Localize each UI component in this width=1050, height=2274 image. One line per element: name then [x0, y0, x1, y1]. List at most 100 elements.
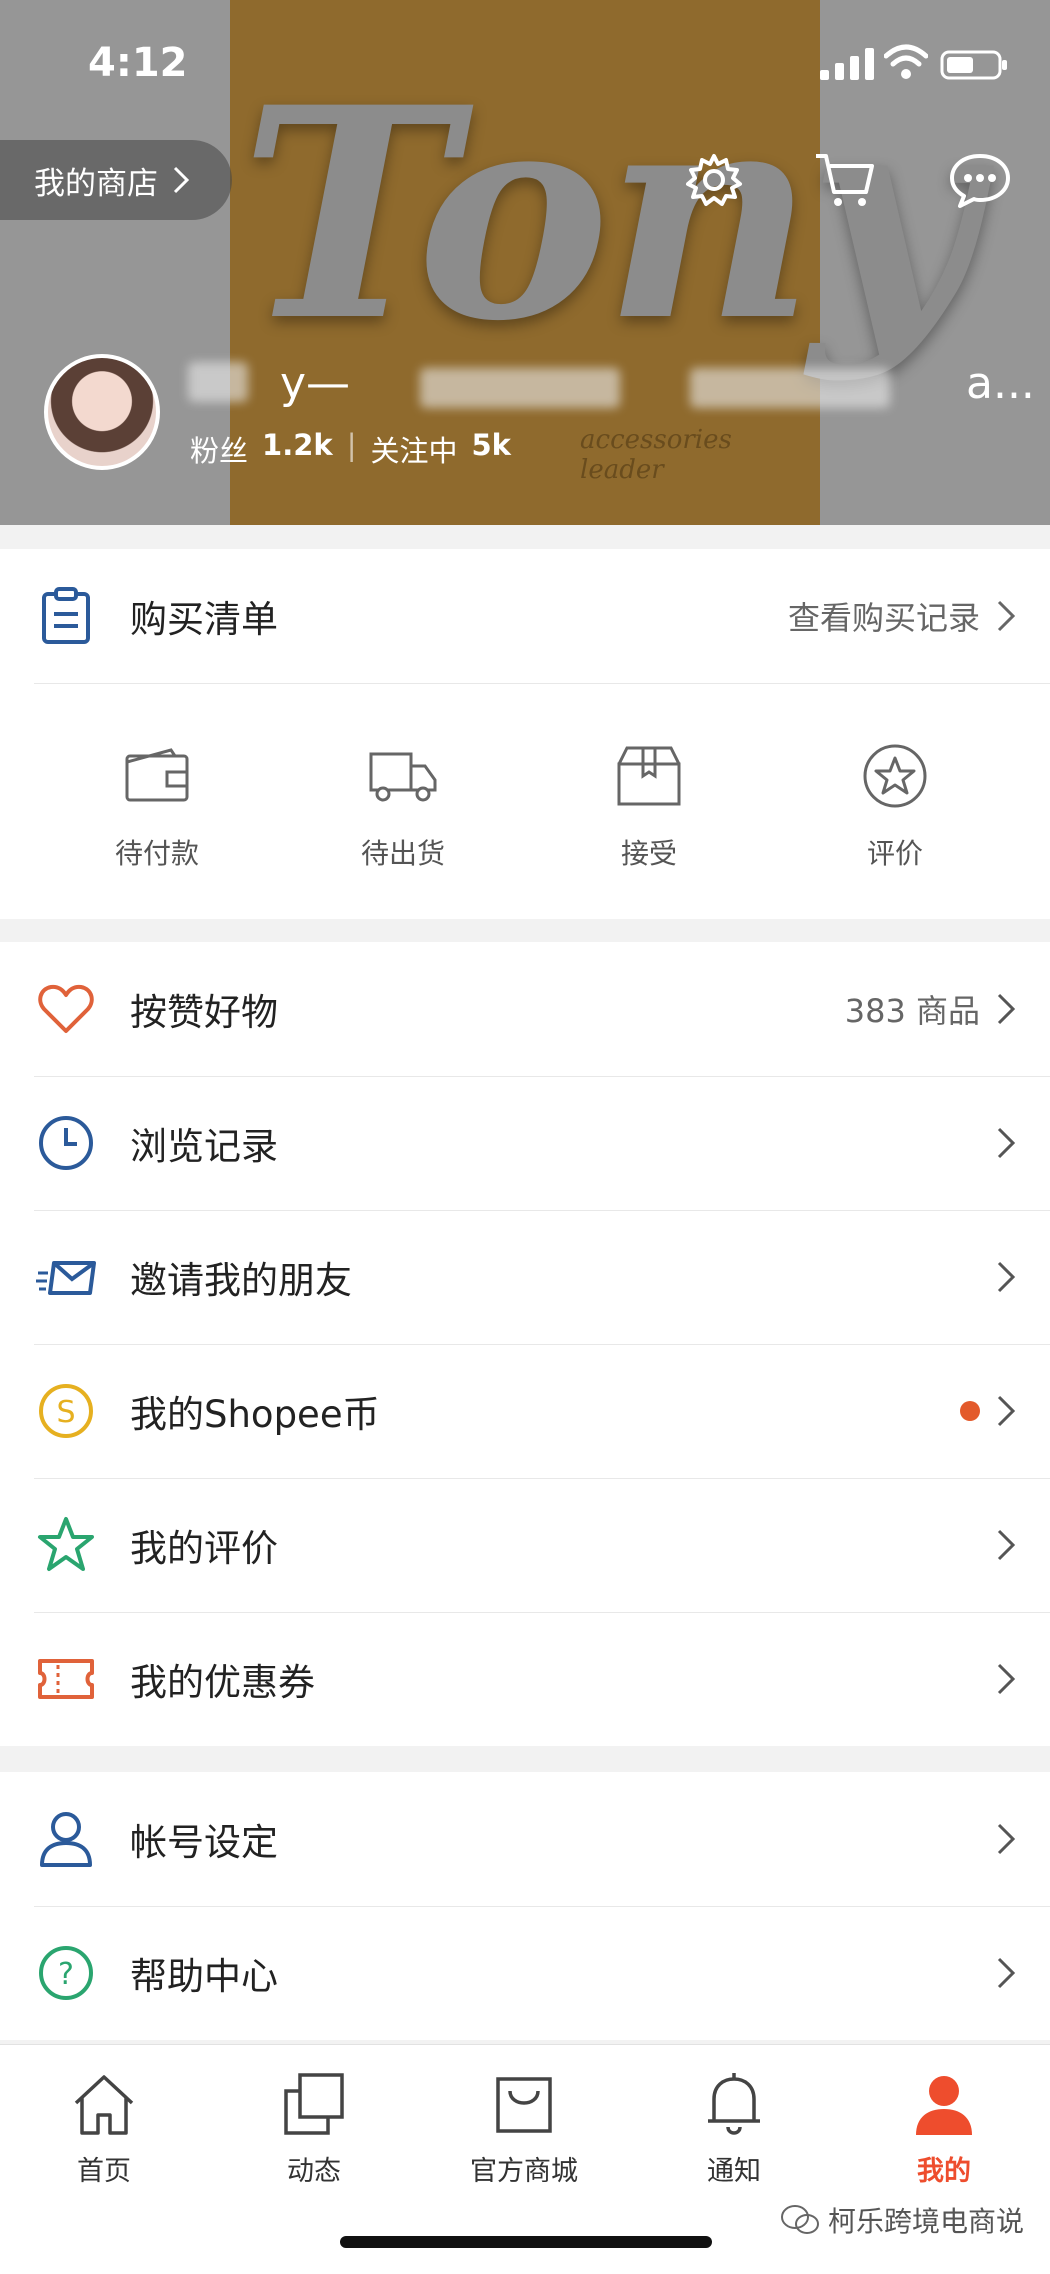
order-to-receive-label: 接受 [620, 837, 677, 870]
chevron-right-icon [997, 1529, 1016, 1561]
watermark: 柯乐跨境电商说 [780, 2200, 1024, 2240]
chat-icon[interactable] [948, 148, 1012, 212]
heart-icon [38, 984, 94, 1033]
tab-official-mall[interactable]: 官方商城 [434, 2071, 614, 2188]
menu-liked-items[interactable]: 按赞好物 383 商品 [0, 942, 1050, 1076]
feed-icon [284, 2073, 344, 2135]
username-tail: a... [966, 358, 1035, 409]
status-bar: 4:12 [0, 0, 1050, 120]
menu-group-main: 按赞好物 383 商品 浏览记录 邀请我的朋友 S 我的Shopee币 我的评价… [0, 942, 1050, 1746]
chevron-right-icon [997, 1395, 1016, 1427]
order-to-receive[interactable]: 接受 [526, 684, 772, 919]
my-shop-button[interactable]: 我的商店 [0, 140, 232, 220]
wechat-icon [781, 2205, 819, 2234]
order-to-rate[interactable]: 评价 [772, 684, 1018, 919]
following-count[interactable]: 5k [471, 428, 510, 470]
liked-items-count: 383 商品 [844, 992, 980, 1030]
clock-icon [39, 1116, 93, 1170]
menu-browsing-history-right [980, 1076, 1016, 1210]
star-icon [38, 1517, 94, 1571]
bell-icon [708, 2073, 760, 2135]
chevron-right-icon [997, 1127, 1016, 1159]
menu-shopee-coins-label: 我的Shopee币 [130, 1393, 380, 1436]
tab-me[interactable]: 我的 [854, 2071, 1034, 2188]
followers-label: 粉丝 [190, 434, 249, 468]
order-to-pay[interactable]: 待付款 [34, 684, 280, 919]
order-to-pay-label: 待付款 [114, 837, 199, 870]
menu-account-settings[interactable]: 帐号设定 [0, 1772, 1050, 1906]
status-time: 4:12 [88, 40, 188, 86]
menu-account-settings-label: 帐号设定 [130, 1821, 278, 1864]
menu-help-center[interactable]: ? 帮助中心 [0, 1906, 1050, 2040]
purchase-list-title: 购买清单 [130, 598, 278, 641]
menu-help-center-label: 帮助中心 [130, 1955, 278, 1998]
user-icon [40, 1812, 92, 1867]
tab-feed-label: 动态 [287, 2156, 341, 2187]
menu-liked-items-label: 按赞好物 [130, 991, 278, 1034]
order-to-rate-label: 评价 [866, 837, 923, 870]
wifi-icon [884, 44, 928, 79]
avatar[interactable] [44, 354, 160, 470]
home-indicator [340, 2236, 712, 2248]
purchase-history-link[interactable]: 查看购买记录 [788, 549, 1016, 683]
star-circle-icon [863, 744, 927, 808]
battery-icon [940, 50, 1007, 80]
chevron-right-icon [997, 993, 1016, 1025]
stats-divider: | [346, 428, 357, 462]
menu-invite-friends[interactable]: 邀请我的朋友 [0, 1210, 1050, 1344]
chevron-right-icon [997, 1957, 1016, 1989]
wallet-icon [125, 748, 189, 802]
tab-me-label: 我的 [917, 2156, 971, 2187]
purchases-card: 购买清单 查看购买记录 待付款 待出货 接受 评价 [0, 549, 1050, 919]
tab-feed[interactable]: 动态 [224, 2071, 404, 2188]
menu-browsing-history[interactable]: 浏览记录 [0, 1076, 1050, 1210]
chevron-right-icon [997, 1823, 1016, 1855]
username-visible-part: y— [280, 358, 351, 409]
tab-home[interactable]: 首页 [14, 2071, 194, 2188]
watermark-text: 柯乐跨境电商说 [828, 2205, 1025, 2238]
username-blur-1 [188, 362, 248, 402]
menu-liked-items-right: 383 商品 [845, 942, 1016, 1076]
menu-my-reviews-label: 我的评价 [130, 1527, 278, 1570]
menu-my-vouchers-label: 我的优惠券 [130, 1661, 315, 1704]
purchase-list-row[interactable]: 购买清单 查看购买记录 [0, 549, 1050, 683]
menu-group-account: 帐号设定 ? 帮助中心 [0, 1772, 1050, 2040]
username-blur-2 [420, 368, 620, 408]
order-status-row: 待付款 待出货 接受 评价 [34, 683, 1050, 919]
clipboard-icon [42, 587, 90, 644]
profile-icon [916, 2076, 972, 2135]
mail-icon [36, 1261, 96, 1295]
purchase-history-label: 查看购买记录 [787, 599, 980, 637]
chevron-right-icon [173, 166, 190, 194]
tab-notifications-label: 通知 [707, 2156, 761, 2187]
menu-invite-friends-label: 邀请我的朋友 [130, 1259, 352, 1302]
tab-official-mall-label: 官方商城 [470, 2156, 578, 2187]
menu-invite-friends-right [980, 1210, 1016, 1344]
order-to-ship[interactable]: 待出货 [280, 684, 526, 919]
tab-notifications[interactable]: 通知 [644, 2071, 824, 2188]
menu-shopee-coins[interactable]: S 我的Shopee币 [0, 1344, 1050, 1478]
svg-text:?: ? [58, 1957, 74, 1992]
truck-icon [369, 752, 437, 802]
menu-my-vouchers[interactable]: 我的优惠券 [0, 1612, 1050, 1746]
cart-icon[interactable] [812, 148, 876, 212]
username-blur-3 [690, 368, 890, 408]
box-icon [617, 746, 681, 806]
ticket-icon [38, 1659, 94, 1699]
chevron-right-icon [997, 1663, 1016, 1695]
menu-browsing-history-label: 浏览记录 [130, 1125, 278, 1168]
coin-icon: S [39, 1384, 93, 1438]
chevron-right-icon [997, 1261, 1016, 1293]
profile-header: accessories leader Tony 4:12 我的商店 y— a..… [0, 0, 1050, 525]
settings-gear-icon[interactable] [682, 148, 746, 212]
followers-count[interactable]: 1.2k [262, 428, 333, 470]
svg-text:S: S [56, 1395, 75, 1430]
follow-stats: 粉丝 1.2k | 关注中 5k [190, 428, 511, 470]
order-to-ship-label: 待出货 [360, 837, 445, 870]
chevron-right-icon [997, 600, 1016, 632]
help-icon: ? [39, 1946, 93, 2000]
notification-dot [960, 1401, 980, 1421]
menu-my-reviews[interactable]: 我的评价 [0, 1478, 1050, 1612]
menu-help-center-right [980, 1906, 1016, 2040]
following-label: 关注中 [370, 434, 458, 468]
